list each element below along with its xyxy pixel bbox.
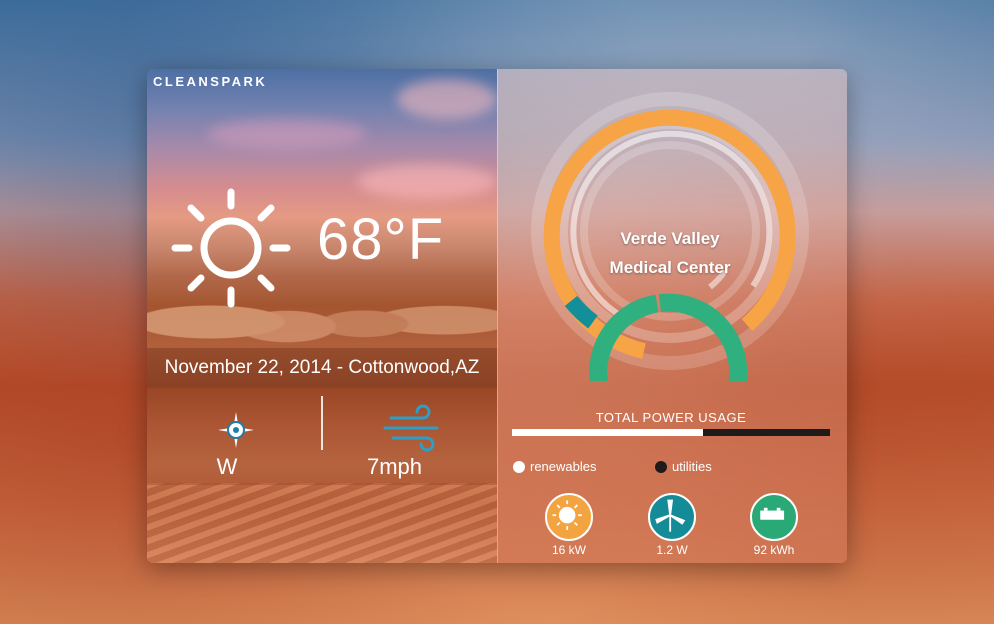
renewables-dot bbox=[513, 460, 525, 473]
date-location: November 22, 2014 - Cottonwood,AZ bbox=[147, 348, 497, 388]
cloud bbox=[207, 119, 367, 149]
temperature-row: 68°F bbox=[167, 184, 487, 314]
legend-utilities: utilities bbox=[655, 459, 712, 474]
source-solar[interactable]: 16 kW bbox=[529, 493, 609, 557]
total-power-bar bbox=[512, 429, 830, 436]
dashboard-card: CLEANSPARK 68°F November 22, 2014 - Cott… bbox=[147, 69, 847, 563]
source-battery[interactable]: 92 kWh bbox=[734, 493, 814, 557]
temperature: 68°F bbox=[317, 207, 445, 272]
wind-icon bbox=[383, 404, 439, 452]
total-power-fill bbox=[512, 429, 703, 436]
wind-speed: 7mph bbox=[367, 454, 423, 479]
wind-value: 1.2 W bbox=[656, 543, 688, 557]
wind-turbine-icon[interactable] bbox=[648, 493, 696, 541]
facility-name: Verde Valley Medical Center bbox=[609, 229, 731, 277]
utilities-dot bbox=[655, 460, 667, 473]
weather-panel: CLEANSPARK 68°F November 22, 2014 - Cott… bbox=[147, 69, 497, 563]
cloud bbox=[397, 79, 497, 119]
legend-renewables: renewables bbox=[513, 459, 597, 474]
power-panel: Verde Valley Medical Center TOTAL POWER U… bbox=[497, 69, 847, 563]
legend-label: utilities bbox=[672, 459, 712, 474]
cleanspark-logo: CLEANSPARK bbox=[153, 74, 268, 89]
wind-direction: W bbox=[216, 454, 238, 479]
battery-icon[interactable] bbox=[750, 493, 798, 541]
battery-value: 92 kWh bbox=[753, 543, 795, 557]
solar-value: 16 kW bbox=[551, 543, 586, 557]
wind-section: W 7mph bbox=[147, 388, 497, 485]
solar-icon[interactable] bbox=[545, 493, 593, 541]
sun-icon bbox=[171, 188, 291, 308]
landscape-strata bbox=[147, 483, 497, 563]
compass-icon bbox=[218, 412, 254, 448]
divider bbox=[321, 396, 323, 450]
legend-label: renewables bbox=[530, 459, 597, 474]
total-power-label: TOTAL POWER USAGE bbox=[595, 410, 747, 425]
source-wind[interactable]: 1.2 W bbox=[632, 493, 712, 557]
